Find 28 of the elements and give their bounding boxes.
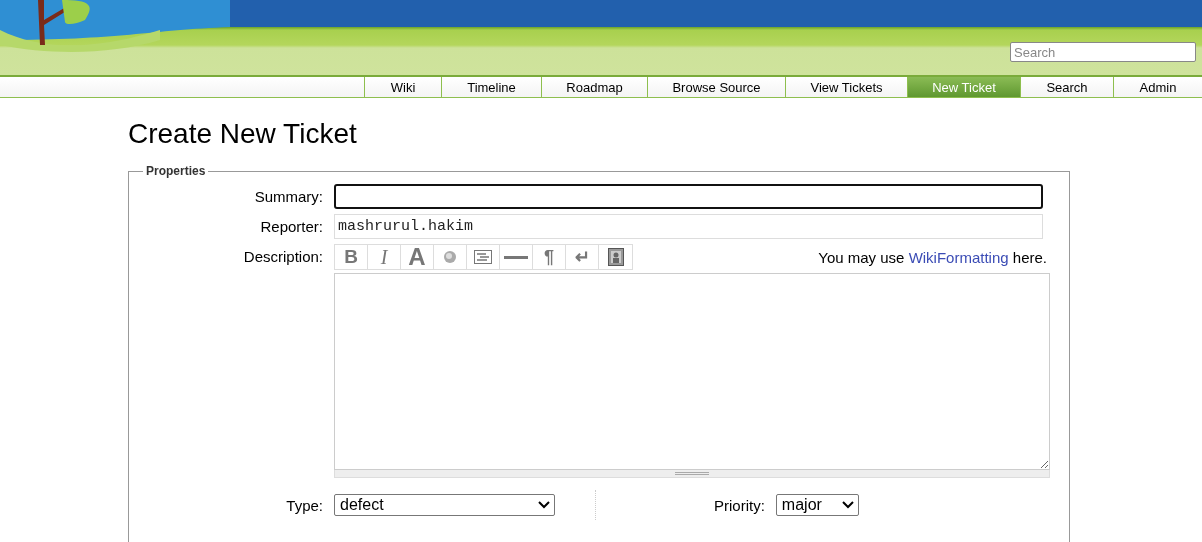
page-title: Create New Ticket: [128, 118, 358, 150]
priority-select[interactable]: major: [775, 494, 859, 516]
chevron-down-icon: [841, 501, 854, 509]
resize-grip[interactable]: [334, 470, 1050, 478]
nav-tab[interactable]: Timeline: [441, 77, 541, 97]
field-label: Summary:: [253, 188, 323, 205]
description-field[interactable]: [334, 273, 1050, 470]
panel-legend: Properties: [143, 164, 209, 178]
field-label: Reporter:: [259, 218, 323, 235]
nav-tab[interactable]: Search: [1020, 77, 1113, 97]
type-select[interactable]: defect: [334, 494, 555, 516]
nav-tab[interactable]: Wiki: [364, 77, 441, 97]
wiki-formatting-link[interactable]: WikiFormatting: [908, 248, 1009, 266]
text-block-icon: [474, 250, 492, 264]
globe-icon: [443, 250, 457, 264]
nav-tab[interactable]: Roadmap: [541, 77, 647, 97]
formatting-hint: You may use WikiFormatting here.: [818, 248, 1047, 266]
search-field[interactable]: Search: [1010, 42, 1196, 62]
nav-tab[interactable]: Admin: [1113, 77, 1202, 97]
reporter-field[interactable]: mashrurul.hakim: [334, 214, 1043, 239]
chevron-down-icon: [538, 501, 550, 509]
framed-picture-icon: [607, 248, 624, 266]
field-label: Priority:: [714, 496, 765, 514]
horizontal-line-icon: [504, 255, 528, 259]
nav-tab[interactable]: Browse Source: [647, 77, 785, 97]
summary-field[interactable]: [334, 184, 1043, 209]
field-label: Type:: [285, 496, 323, 514]
field-label: Description:: [242, 248, 323, 265]
